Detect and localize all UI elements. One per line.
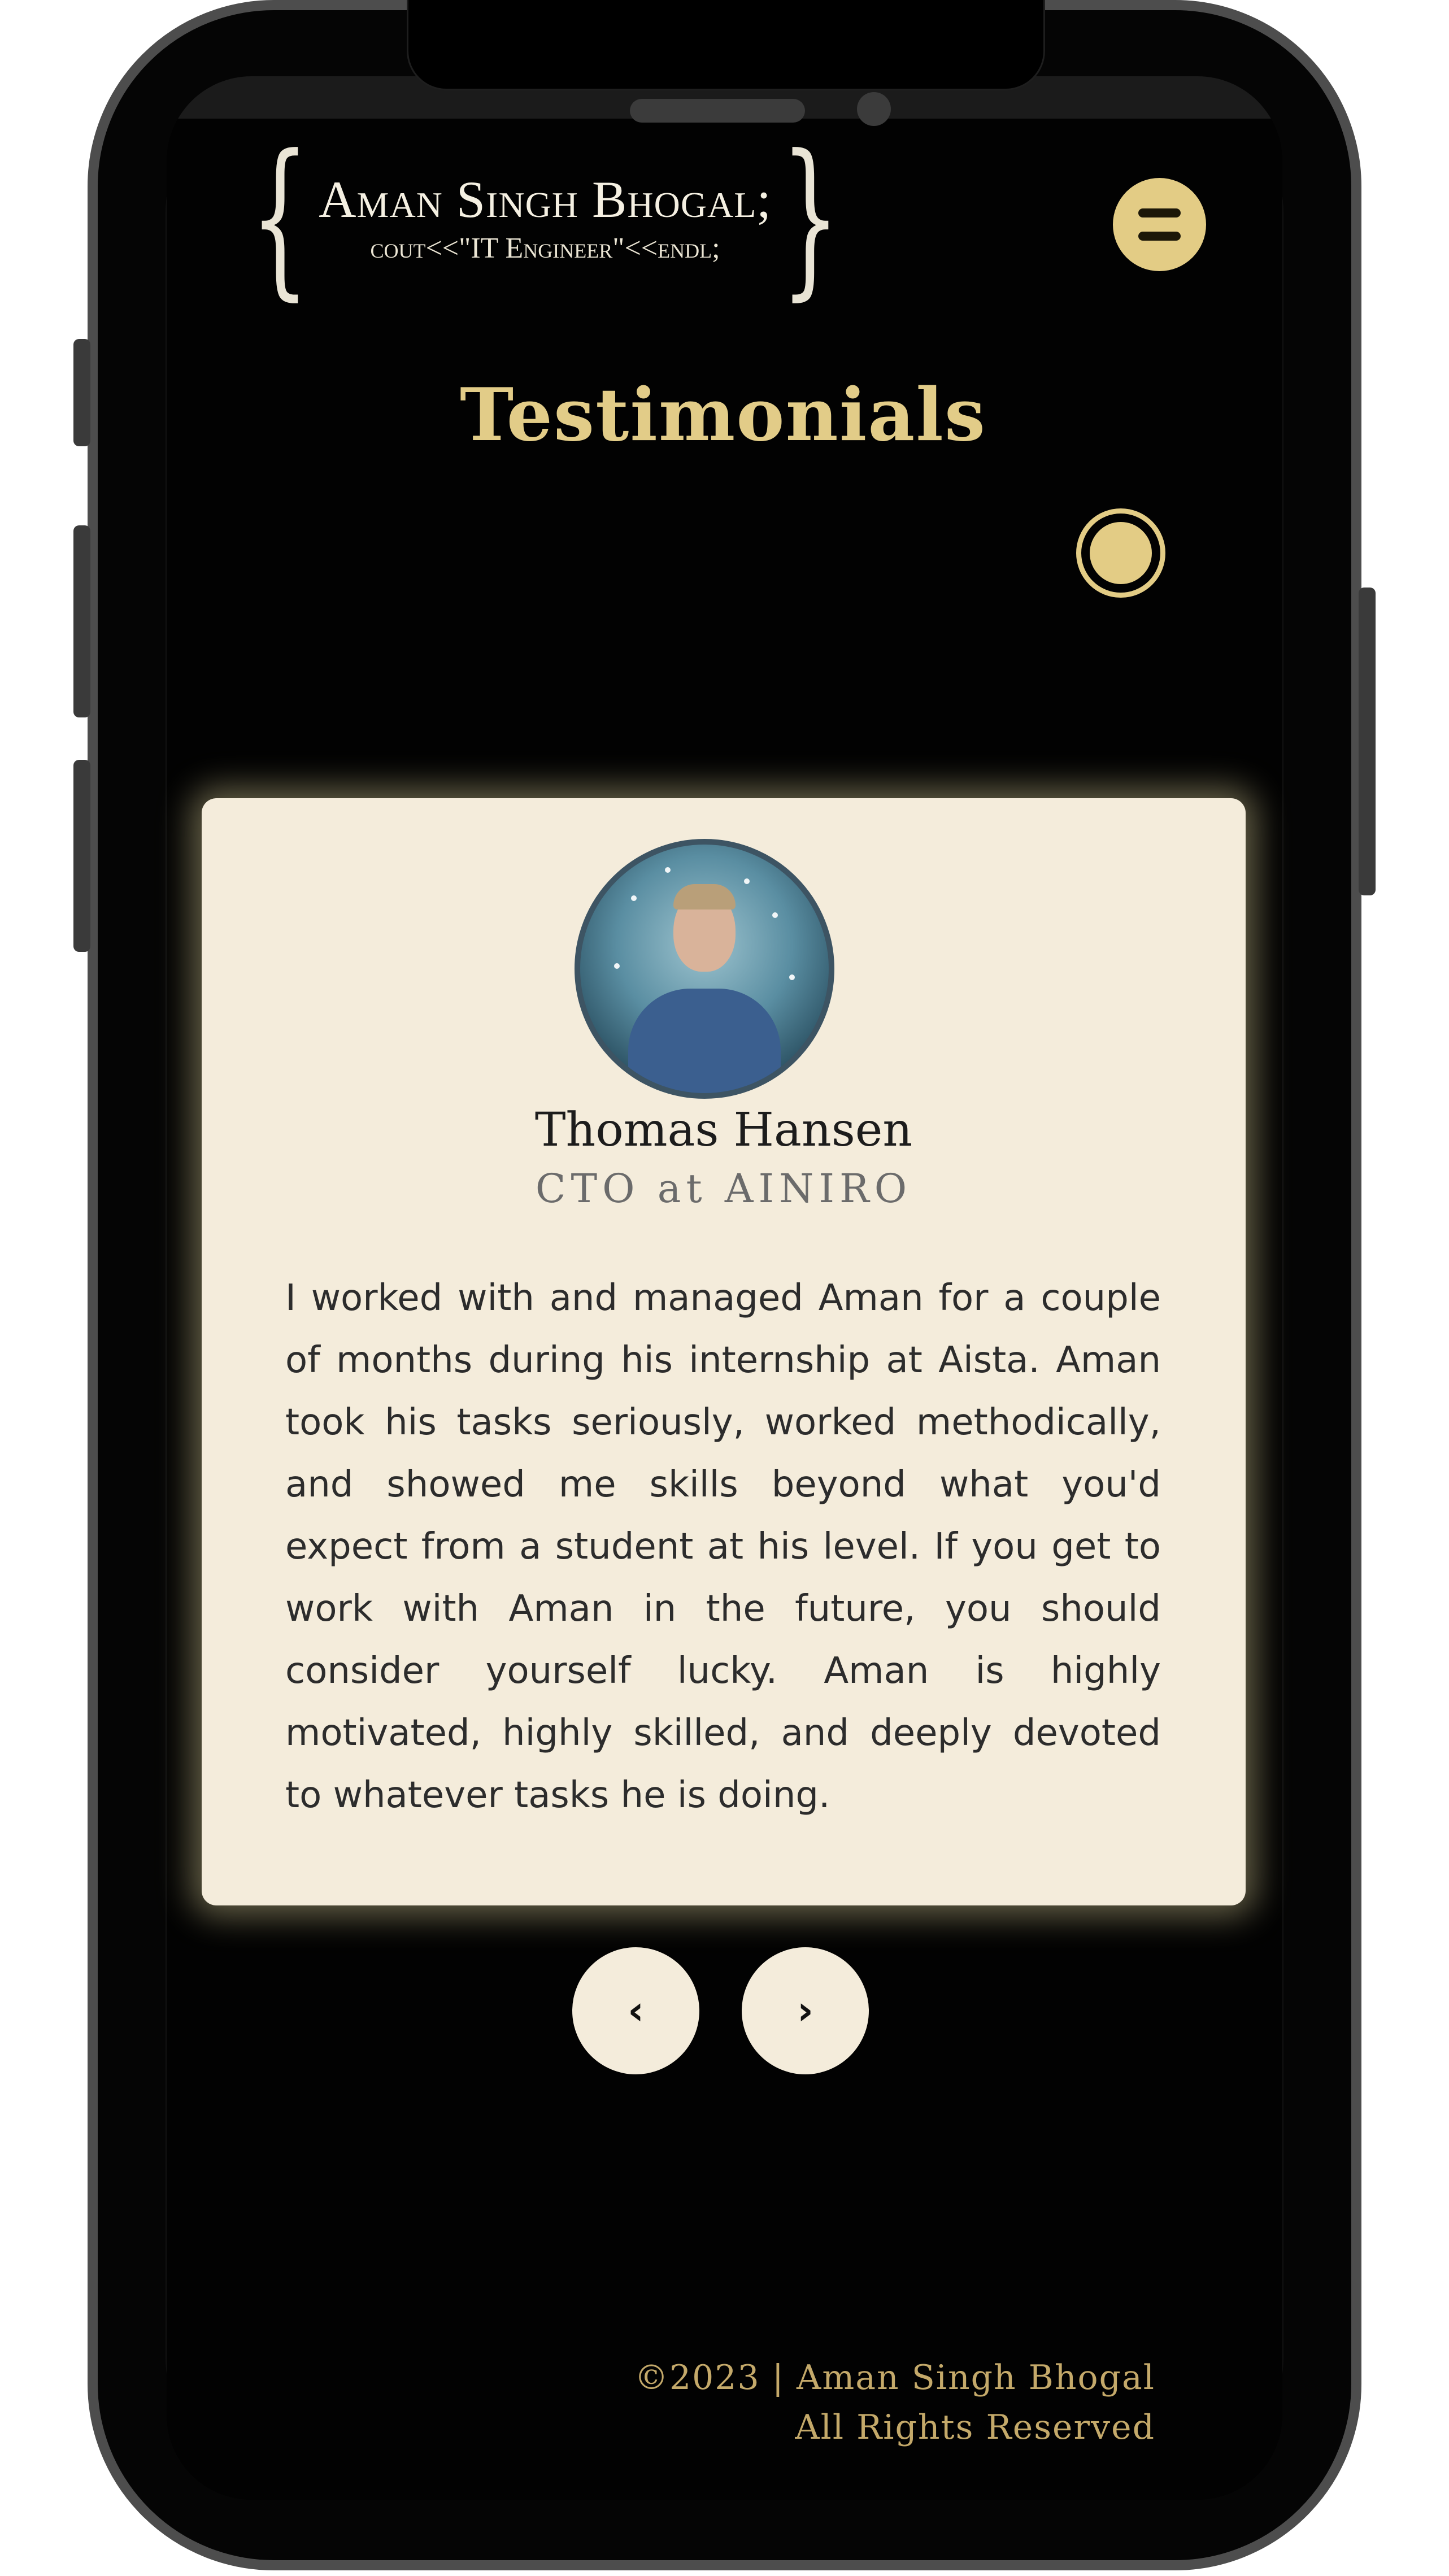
logo-name: Aman Singh Bhogal; [319,171,772,228]
footer-copyright: ©2023 | Aman Singh Bhogal [634,2358,1155,2397]
volume-down-button [73,760,90,952]
power-button [1359,588,1376,895]
menu-bar-top [1138,208,1181,217]
hamburger-menu-button[interactable] [1113,178,1206,271]
chevron-left-icon: ‹ [628,1987,644,2034]
page-title: Testimonials [460,373,986,458]
snow-dot [665,867,671,873]
site-logo[interactable]: { Aman Singh Bhogal; cout<<"IT Engineer"… [243,119,847,316]
next-testimonial-button[interactable]: › [742,1947,869,2074]
testimonial-text: I worked with and managed Aman for a cou… [285,1277,1161,1816]
logo-brace-right: } [781,119,841,316]
snow-dot [772,912,778,918]
volume-up-button [73,525,90,717]
mute-switch [73,339,90,446]
footer: ©2023 | Aman Singh Bhogal All Rights Res… [565,2353,1155,2452]
avatar-hair [673,884,736,910]
snow-dot [631,895,637,901]
previous-testimonial-button[interactable]: ‹ [572,1947,699,2074]
theme-toggle-button[interactable] [1076,508,1165,598]
avatar [575,839,834,1099]
logo-subtitle: cout<<"IT Engineer"<<endl; [370,232,720,264]
chevron-right-icon: › [797,1987,813,2034]
speaker-grille [630,99,805,123]
notch [407,0,1045,90]
avatar-body [628,989,781,1093]
snow-dot [789,974,795,980]
theme-toggle-icon [1090,522,1152,584]
testimonial-author-name: Thomas Hansen [534,1103,913,1157]
testimonial-card: Thomas Hansen CTO at AINIRO I worked wit… [202,798,1246,1905]
footer-rights: All Rights Reserved [795,2408,1155,2447]
snow-dot [744,878,750,884]
menu-bar-bottom [1138,232,1181,241]
front-camera [857,92,891,126]
snow-dot [614,963,620,969]
testimonial-author-role: CTO at AINIRO [535,1165,912,1212]
